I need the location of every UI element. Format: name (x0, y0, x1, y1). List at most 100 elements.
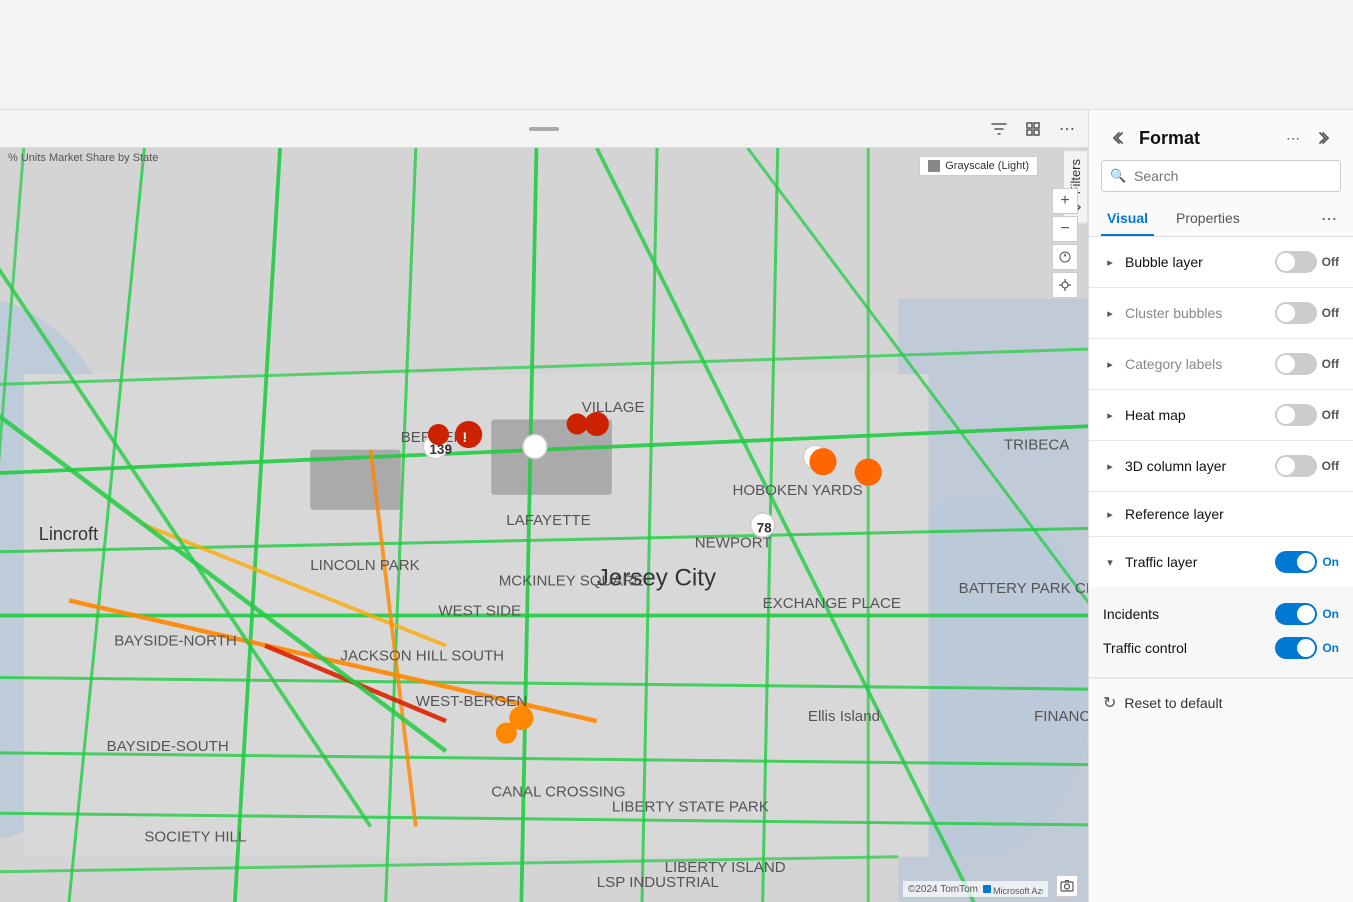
svg-text:Lincroft: Lincroft (39, 524, 98, 544)
tab-properties[interactable]: Properties (1170, 202, 1246, 236)
map-visual: Grayscale (Light) + − (0, 148, 1088, 902)
traffic-control-toggle[interactable]: On (1275, 637, 1339, 659)
more-icon[interactable]: ⋯ (1056, 118, 1078, 140)
panel-more-icon[interactable]: ⋯ (1279, 124, 1307, 152)
chevron-down-icon: ▾ (1103, 556, 1117, 569)
section-heat-map-header[interactable]: ▸ Heat map Off (1089, 390, 1353, 440)
section-heat-map: ▸ Heat map Off (1089, 390, 1353, 441)
top-bar (0, 0, 1353, 110)
panel-search: 🔍 (1101, 160, 1341, 192)
reset-section[interactable]: ↻ Reset to default (1089, 679, 1353, 727)
svg-text:78: 78 (757, 521, 773, 536)
svg-text:!: ! (463, 430, 468, 445)
section-reference-layer: ▸ Reference layer (1089, 492, 1353, 537)
cluster-bubbles-toggle-switch[interactable] (1275, 302, 1317, 324)
traffic-control-row: Traffic control On (1103, 631, 1339, 665)
bubble-layer-toggle[interactable]: Off (1275, 251, 1339, 273)
svg-text:LSP INDUSTRIAL: LSP INDUSTRIAL (597, 874, 719, 891)
search-input[interactable] (1101, 160, 1341, 192)
traffic-layer-expanded: Incidents On Traffic control On (1089, 587, 1353, 678)
svg-text:LAFAYETTE: LAFAYETTE (506, 512, 590, 529)
map-toolbar: ⋯ (0, 110, 1088, 148)
section-cluster-bubbles-header[interactable]: ▸ Cluster bubbles Off (1089, 288, 1353, 338)
svg-text:Ellis Island: Ellis Island (808, 708, 880, 725)
traffic-control-toggle-label: On (1322, 641, 1339, 655)
filter-icon[interactable] (988, 118, 1010, 140)
section-cluster-bubbles: ▸ Cluster bubbles Off (1089, 288, 1353, 339)
3d-column-toggle-label: Off (1322, 459, 1339, 473)
svg-text:BAYSIDE-SOUTH: BAYSIDE-SOUTH (107, 738, 229, 755)
svg-text:LINCOLN PARK: LINCOLN PARK (310, 557, 420, 574)
camera-icon[interactable] (1056, 875, 1078, 897)
svg-text:Microsoft Azure: Microsoft Azure (993, 886, 1043, 895)
section-3d-column-layer-header[interactable]: ▸ 3D column layer Off (1089, 441, 1353, 491)
category-labels-toggle[interactable]: Off (1275, 353, 1339, 375)
zoom-out-button[interactable]: − (1052, 216, 1078, 242)
cluster-bubbles-toggle-label: Off (1322, 306, 1339, 320)
section-3d-column-layer-title: 3D column layer (1125, 458, 1275, 474)
incidents-toggle[interactable]: On (1275, 603, 1339, 625)
bubble-layer-toggle-switch[interactable] (1275, 251, 1317, 273)
tab-visual[interactable]: Visual (1101, 202, 1154, 236)
svg-text:BATTERY PARK CITY: BATTERY PARK CITY (959, 580, 1088, 597)
map-svg: Lincroft Jersey City BAYSIDE-NORTH BAYSI… (0, 148, 1088, 902)
incidents-toggle-switch[interactable] (1275, 603, 1317, 625)
drag-handle[interactable] (529, 127, 559, 131)
heat-map-toggle[interactable]: Off (1275, 404, 1339, 426)
panel-nav-left (1103, 124, 1131, 152)
section-reference-layer-title: Reference layer (1125, 506, 1339, 522)
expand-icon[interactable] (1022, 118, 1044, 140)
location-button[interactable] (1052, 272, 1078, 298)
search-icon: 🔍 (1110, 168, 1126, 184)
expand-right-icon[interactable] (1311, 124, 1339, 152)
bubble-layer-toggle-label: Off (1322, 255, 1339, 269)
traffic-layer-toggle[interactable]: On (1275, 551, 1339, 573)
copyright-text: ©2024 TomTom (908, 884, 978, 895)
compass-button[interactable] (1052, 244, 1078, 270)
svg-text:EXCHANGE PLACE: EXCHANGE PLACE (763, 595, 901, 612)
category-labels-toggle-switch[interactable] (1275, 353, 1317, 375)
main-area: ⋯ % Units Market Share by State Filters … (0, 110, 1353, 902)
map-container: ⋯ % Units Market Share by State Filters … (0, 110, 1088, 902)
traffic-layer-toggle-label: On (1322, 555, 1339, 569)
tabs-more-icon[interactable]: ⋯ (1317, 205, 1341, 233)
incidents-row: Incidents On (1103, 597, 1339, 631)
reset-label: Reset to default (1124, 695, 1222, 711)
chevron-right-icon-2: ▸ (1103, 307, 1117, 320)
traffic-control-toggle-switch[interactable] (1275, 637, 1317, 659)
collapse-left-icon[interactable] (1103, 124, 1131, 152)
svg-text:TRIBECA: TRIBECA (1004, 437, 1070, 454)
3d-column-toggle[interactable]: Off (1275, 455, 1339, 477)
section-heat-map-title: Heat map (1125, 407, 1275, 423)
section-traffic-layer: ▾ Traffic layer On Incidents On (1089, 537, 1353, 679)
section-bubble-layer-title: Bubble layer (1125, 254, 1275, 270)
svg-text:FINANCIAL DISTRICT: FINANCIAL DISTRICT (1034, 708, 1088, 725)
chevron-right-icon-4: ▸ (1103, 409, 1117, 422)
svg-text:HOBOKEN YARDS: HOBOKEN YARDS (733, 482, 863, 499)
chevron-right-icon-5: ▸ (1103, 460, 1117, 473)
panel-nav-right: ⋯ (1279, 124, 1339, 152)
svg-text:CANAL CROSSING: CANAL CROSSING (491, 783, 625, 800)
heat-map-toggle-switch[interactable] (1275, 404, 1317, 426)
section-category-labels-header[interactable]: ▸ Category labels Off (1089, 339, 1353, 389)
3d-column-toggle-switch[interactable] (1275, 455, 1317, 477)
map-style-label: Grayscale (Light) (919, 156, 1038, 176)
section-traffic-layer-title: Traffic layer (1125, 554, 1275, 570)
category-labels-toggle-label: Off (1322, 357, 1339, 371)
traffic-control-label: Traffic control (1103, 640, 1275, 656)
section-3d-column-layer: ▸ 3D column layer Off (1089, 441, 1353, 492)
reset-icon: ↻ (1103, 693, 1116, 713)
zoom-in-button[interactable]: + (1052, 188, 1078, 214)
incidents-label: Incidents (1103, 606, 1275, 622)
svg-text:LIBERTY STATE PARK: LIBERTY STATE PARK (612, 799, 769, 816)
svg-text:LIBERTY ISLAND: LIBERTY ISLAND (665, 859, 786, 876)
section-bubble-layer-header[interactable]: ▸ Bubble layer Off (1089, 237, 1353, 287)
section-traffic-layer-header[interactable]: ▾ Traffic layer On (1089, 537, 1353, 587)
section-category-labels: ▸ Category labels Off (1089, 339, 1353, 390)
section-reference-layer-header[interactable]: ▸ Reference layer (1089, 492, 1353, 536)
map-copyright: ©2024 TomTom Microsoft Azure (903, 881, 1048, 897)
right-panel: Format ⋯ 🔍 Visual Properties ⋯ (1088, 110, 1353, 902)
svg-text:WEST-BERGEN: WEST-BERGEN (416, 693, 527, 710)
cluster-bubbles-toggle[interactable]: Off (1275, 302, 1339, 324)
traffic-layer-toggle-switch[interactable] (1275, 551, 1317, 573)
